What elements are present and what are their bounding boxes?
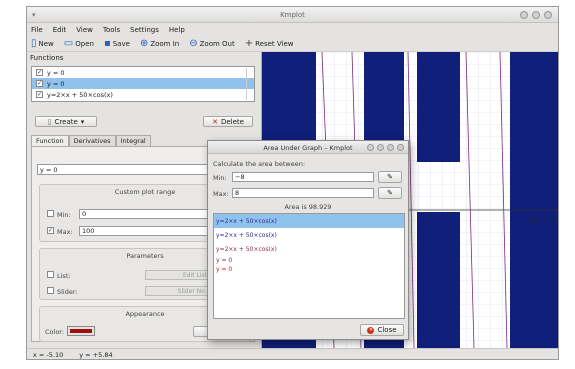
new-document-icon: ▯	[31, 38, 37, 49]
color-button[interactable]	[67, 326, 95, 336]
delete-button[interactable]: ✕ Delete	[203, 116, 253, 127]
magnifier-plus-icon: ⊕	[139, 38, 149, 49]
color-label: Color:	[45, 328, 65, 336]
menu-help[interactable]: Help	[169, 26, 185, 34]
area-dialog: Area Under Graph – Kmplot Calculate the …	[207, 140, 409, 340]
close-icon: ✕	[367, 326, 375, 334]
create-icon: ▯	[47, 117, 52, 126]
create-button[interactable]: ▯ Create ▾	[35, 116, 97, 127]
list-item[interactable]: ✓ y = 0	[32, 67, 254, 78]
menu-settings[interactable]: Settings	[130, 26, 159, 34]
tab-derivatives[interactable]: Derivatives	[68, 135, 116, 146]
list-item[interactable]: y=2×x + 50×cos(x)	[214, 214, 404, 228]
save-button[interactable]: ▪ Save	[104, 38, 130, 49]
dialog-minimize-button[interactable]	[377, 144, 384, 151]
list-label: List:	[57, 272, 71, 280]
min-label: Min:	[57, 211, 71, 219]
title-bar: ▾ Kmplot	[27, 7, 558, 23]
dialog-title: Area Under Graph – Kmplot	[263, 144, 353, 152]
delete-icon: ✕	[212, 117, 218, 126]
function-checkbox[interactable]: ✓	[36, 69, 43, 76]
list-item[interactable]: ✓ y = 0	[32, 78, 254, 89]
area-fill-region	[417, 52, 460, 162]
area-result: Area is 98.929	[284, 203, 332, 211]
area-min-edit-button[interactable]: ✎	[378, 171, 402, 183]
area-prompt: Calculate the area between:	[213, 160, 306, 168]
equation-input[interactable]: y = 0	[37, 164, 223, 175]
crosshair-icon: +	[244, 38, 254, 49]
dialog-close-window-button[interactable]	[397, 144, 404, 151]
editor-tabs: Function Derivatives Integral	[31, 135, 151, 146]
menu-bar: File Edit View Tools Settings Help	[27, 23, 558, 36]
function-list-scrollbar[interactable]	[246, 68, 253, 100]
slider-label: Slider:	[57, 288, 78, 296]
dialog-title-bar: Area Under Graph – Kmplot	[208, 141, 408, 154]
maximize-button[interactable]	[532, 11, 540, 19]
chevron-down-icon: ▾	[80, 117, 85, 126]
x-axis-label: X	[550, 216, 555, 224]
dialog-maximize-button[interactable]	[387, 144, 394, 151]
area-min-label: Min:	[213, 174, 227, 182]
window-title: Kmplot	[280, 11, 305, 19]
tick-label: +6.0	[528, 217, 545, 225]
cursor-y: y = +5.84	[79, 350, 113, 359]
open-button[interactable]: ▭ Open	[64, 38, 94, 49]
status-bar: x = -5.10 y = +5.84	[27, 348, 558, 359]
area-max-field[interactable]: 8	[232, 188, 374, 198]
function-list[interactable]: ✓ y = 0 ✓ y = 0 ✓ y=2×x + 50×cos(x)	[31, 66, 255, 102]
list-item[interactable]: y=2×x + 50×cos(x)	[214, 228, 404, 242]
area-max-edit-button[interactable]: ✎	[378, 187, 402, 199]
min-checkbox[interactable]	[47, 210, 54, 217]
area-max-label: Max:	[213, 190, 229, 198]
list-item[interactable]: y = 0	[214, 256, 404, 265]
floppy-icon: ▪	[103, 38, 111, 49]
area-fill-region	[510, 52, 558, 348]
pencil-icon: ✎	[387, 189, 393, 197]
list-checkbox[interactable]	[47, 271, 54, 278]
list-item[interactable]: y=2×x + 50×cos(x)	[214, 242, 404, 256]
minimize-button[interactable]	[520, 11, 528, 19]
tab-function[interactable]: Function	[31, 135, 69, 146]
tab-integral[interactable]: Integral	[115, 135, 151, 146]
function-checkbox[interactable]: ✓	[36, 80, 43, 87]
folder-icon: ▭	[63, 38, 74, 49]
close-window-button[interactable]	[544, 11, 552, 19]
toolbar: ▯ New ▭ Open ▪ Save ⊕ Zoom In ⊖ Zoom Out + Res…	[27, 36, 558, 52]
functions-title: Functions	[30, 54, 64, 62]
area-fill-region	[417, 212, 460, 348]
slider-checkbox[interactable]	[47, 287, 54, 294]
dialog-help-button[interactable]	[367, 144, 374, 151]
zoom-out-button[interactable]: ⊖ Zoom Out	[189, 38, 235, 49]
cursor-x: x = -5.10	[33, 350, 64, 359]
color-swatch	[70, 329, 92, 333]
pencil-icon: ✎	[387, 173, 393, 181]
close-button[interactable]: ✕ Close	[360, 324, 404, 336]
menu-edit[interactable]: Edit	[53, 26, 67, 34]
list-item[interactable]: y = 0	[214, 265, 404, 274]
zoom-in-button[interactable]: ⊕ Zoom In	[140, 38, 179, 49]
max-label: Max:	[57, 228, 73, 236]
magnifier-minus-icon: ⊖	[189, 38, 198, 49]
list-item[interactable]: ✓ y=2×x + 50×cos(x)	[32, 89, 254, 100]
new-button[interactable]: ▯ New	[31, 38, 54, 49]
max-checkbox[interactable]: ✓	[47, 227, 54, 234]
menu-file[interactable]: File	[31, 26, 43, 34]
reset-view-button[interactable]: + Reset View	[245, 38, 294, 49]
area-function-list[interactable]: y=2×x + 50×cos(x) y=2×x + 50×cos(x) y=2×…	[213, 213, 405, 319]
function-checkbox[interactable]: ✓	[36, 91, 43, 98]
area-min-field[interactable]: −8	[232, 172, 374, 182]
menu-view[interactable]: View	[76, 26, 93, 34]
menu-tools[interactable]: Tools	[103, 26, 120, 34]
